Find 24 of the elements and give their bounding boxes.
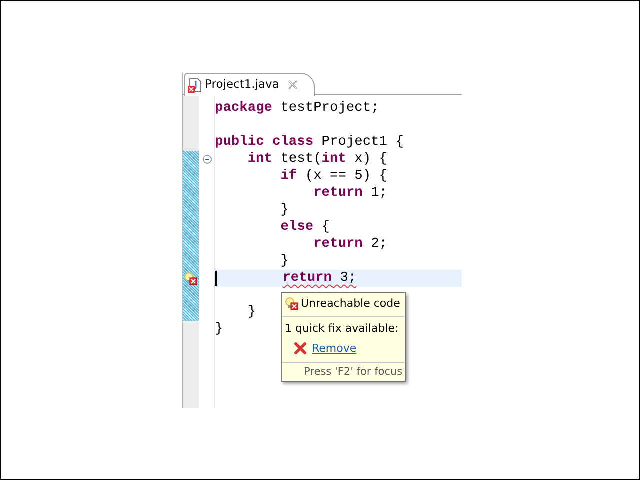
code-line: return 3; (282, 270, 357, 287)
remove-icon (294, 342, 307, 356)
remove-link[interactable]: Remove (312, 340, 357, 357)
popup-title: Unreachable code (301, 296, 400, 312)
code-line: else { (280, 219, 330, 236)
tab-title: Project1.java (205, 76, 280, 94)
editor-tab[interactable]: Project1.java (184, 73, 316, 96)
code-line: return 2; (312, 236, 388, 253)
code-line: public class Project1 { (215, 134, 404, 151)
code-line: package testProject; (215, 100, 380, 117)
code-line: return 1; (312, 185, 388, 202)
code-line: } (215, 321, 224, 338)
code-line: } (280, 253, 289, 270)
code-line: } (246, 304, 256, 321)
collapse-icon[interactable] (202, 155, 212, 164)
code-line: int test(int x) { (246, 151, 388, 168)
quick-fix-error-icon (285, 297, 299, 312)
text-cursor (215, 271, 217, 286)
java-file-error-icon (188, 78, 202, 92)
popup-summary: 1 quick fix available: (284, 320, 400, 336)
close-icon[interactable] (288, 80, 298, 90)
code-line: if (x == 5) { (280, 168, 388, 185)
code-line: } (280, 202, 289, 219)
popup-footer: Press 'F2' for focus (282, 362, 405, 381)
